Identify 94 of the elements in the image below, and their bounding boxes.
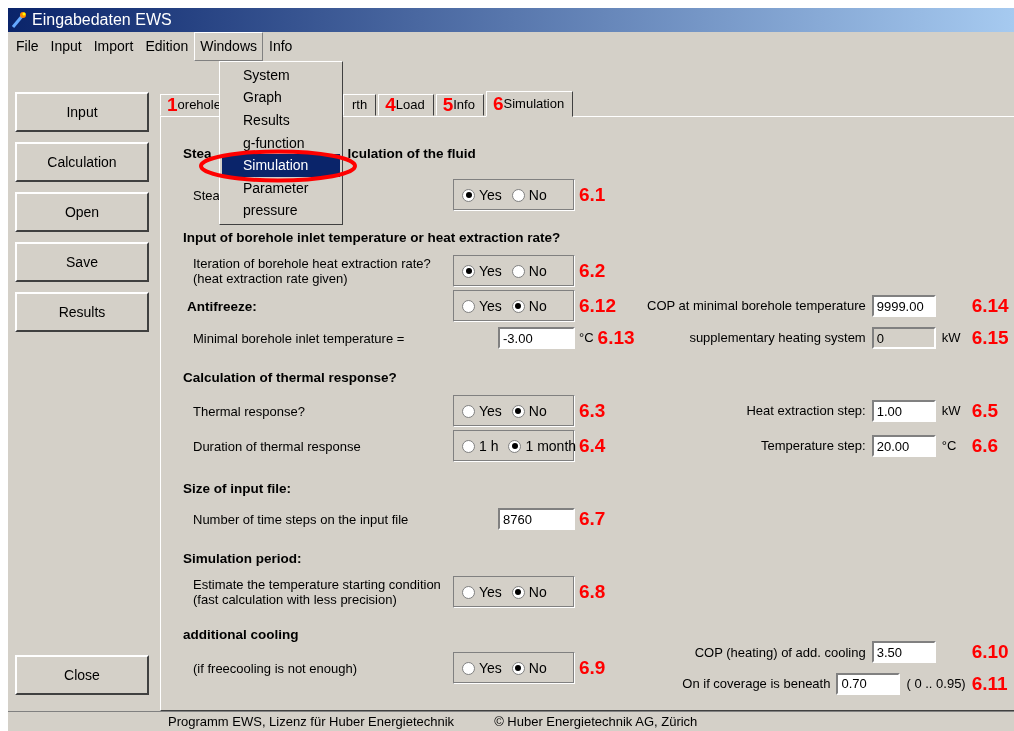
- window-title: Eingabedaten EWS: [32, 10, 172, 30]
- annotation-number: 6.6: [971, 433, 1000, 458]
- unit-label: kW: [941, 402, 962, 421]
- field-label: Thermal response?: [193, 403, 305, 419]
- field-label: Temperature step:: [760, 437, 866, 456]
- radio-option[interactable]: No: [511, 295, 547, 317]
- status-text: Programm EWS, Lizenz für Huber Energietechnik: [168, 712, 455, 731]
- annotation-number: 6.12: [579, 293, 616, 318]
- annotation-number: 4: [385, 92, 396, 117]
- section-heading: Size of input file:: [183, 480, 291, 498]
- section-heading: lculation of the fluid: [347, 145, 476, 163]
- input-field[interactable]: 20.00: [871, 435, 936, 457]
- annotation-number: 6.4: [579, 433, 606, 458]
- menu-item[interactable]: Input: [44, 31, 88, 61]
- field-label: supplementary heating system: [689, 329, 866, 348]
- menu-item[interactable]: System: [222, 64, 340, 87]
- annotation-number: 6.1: [579, 182, 606, 207]
- annotation-number: 6.9: [579, 655, 606, 680]
- tab[interactable]: 6Simulation: [485, 91, 574, 117]
- menu-item[interactable]: pressure: [222, 199, 340, 223]
- field-label: Minimal borehole inlet temperature =: [193, 330, 405, 346]
- input-field[interactable]: 9999.00: [871, 295, 936, 317]
- side-button[interactable]: Save: [15, 242, 149, 282]
- annotation-number: 6.3: [579, 398, 606, 423]
- annotation-number: 6: [492, 91, 504, 116]
- tab[interactable]: rth: [343, 94, 377, 116]
- unit-label: °C: [579, 329, 594, 348]
- side-button[interactable]: Results: [15, 292, 149, 332]
- section-heading: additional cooling: [183, 626, 299, 644]
- radio-option[interactable]: No: [511, 260, 547, 282]
- radio-option[interactable]: No: [511, 184, 547, 206]
- side-button[interactable]: Calculation: [15, 142, 149, 182]
- status-text: © Huber Energietechnik AG, Zürich: [494, 712, 698, 731]
- annotation-number: 1: [167, 92, 178, 117]
- field-label: Stea: [193, 187, 220, 203]
- tab[interactable]: 4Load: [378, 94, 434, 116]
- menu-item[interactable]: Info: [263, 31, 299, 61]
- annotation-number: 6.5: [971, 398, 1000, 423]
- annotation-number: 6.7: [579, 506, 606, 531]
- radio-option[interactable]: Yes: [462, 581, 502, 603]
- menu-item[interactable]: Simulation: [222, 154, 340, 177]
- section-heading: Simulation period:: [183, 550, 302, 568]
- input-field[interactable]: 3.50: [871, 641, 936, 664]
- field-label: Duration of thermal response: [193, 438, 361, 454]
- radio-option[interactable]: No: [511, 400, 547, 422]
- side-button[interactable]: Input: [15, 92, 149, 132]
- menu-item[interactable]: Results: [222, 109, 340, 132]
- menu-item[interactable]: File: [10, 31, 45, 61]
- annotation-number: 6.11: [971, 671, 1009, 696]
- radio-option[interactable]: Yes: [462, 657, 502, 679]
- side-button[interactable]: Open: [15, 192, 149, 232]
- field-label: Antifreeze:: [187, 298, 257, 314]
- menu-item[interactable]: Import: [87, 31, 140, 61]
- section-heading: Stea: [183, 145, 212, 163]
- unit-label: ( 0 .. 0.95): [906, 675, 966, 693]
- input-field[interactable]: 8760: [498, 508, 575, 530]
- input-field[interactable]: 1.00: [871, 400, 936, 422]
- field-label: COP (heating) of add. cooling: [694, 643, 866, 662]
- menu-item[interactable]: Parameter: [222, 176, 340, 200]
- field-label: On if coverage is beneath: [682, 675, 831, 693]
- menu-item[interactable]: Windows: [194, 31, 263, 61]
- radio-option[interactable]: 1 h: [462, 435, 499, 457]
- annotation-number: 6.13: [597, 325, 635, 350]
- close-button[interactable]: Close: [15, 655, 149, 695]
- field-label: Iteration of borehole heat extraction rate? (heat extraction rate given): [193, 256, 431, 286]
- tab[interactable]: 5Info: [435, 94, 484, 116]
- radio-option[interactable]: Yes: [462, 295, 502, 317]
- annotation-number: 6.8: [579, 579, 606, 604]
- menu-item[interactable]: Graph: [222, 86, 340, 110]
- annotation-number: 6.10: [971, 640, 1010, 664]
- radio-option[interactable]: 1 month: [508, 435, 577, 457]
- field-label: Heat extraction step:: [746, 402, 866, 421]
- field-label: Number of time steps on the input file: [193, 511, 409, 527]
- annotation-number: 6.14: [971, 293, 1010, 318]
- section-heading: Calculation of thermal response?: [183, 369, 397, 387]
- menu-item[interactable]: g-function: [222, 131, 340, 155]
- input-field[interactable]: 0.70: [836, 672, 901, 695]
- radio-option[interactable]: Yes: [462, 260, 502, 282]
- annotation-number: 6.2: [579, 258, 606, 283]
- annotation-number: 5: [442, 92, 454, 117]
- radio-option[interactable]: Yes: [462, 184, 502, 206]
- radio-option[interactable]: Yes: [462, 400, 502, 422]
- field-label: Estimate the temperature starting condition (fast calculation with less precision): [193, 577, 441, 607]
- input-field[interactable]: -3.00: [498, 327, 575, 349]
- annotation-number: 6.15: [971, 325, 1010, 350]
- field-label: (if freecooling is not enough): [193, 660, 358, 676]
- app-icon: [10, 11, 28, 29]
- radio-option[interactable]: No: [511, 657, 547, 679]
- menu-item[interactable]: Edition: [139, 31, 195, 61]
- radio-option[interactable]: No: [511, 581, 547, 603]
- unit-label: °C: [941, 437, 958, 456]
- section-heading: Input of borehole inlet temperature or heat extraction rate?: [183, 229, 561, 247]
- unit-label: kW: [941, 329, 962, 348]
- field-label: COP at minimal borehole temperature: [647, 297, 866, 316]
